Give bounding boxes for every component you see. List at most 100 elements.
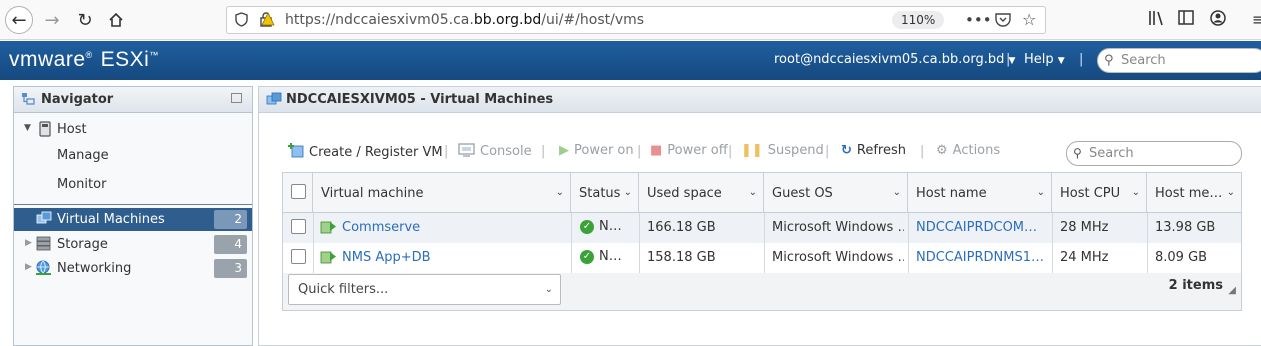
navigator-title: Navigator — [41, 92, 114, 107]
used-space-cell: 166.18 GB — [647, 220, 716, 235]
row-checkbox[interactable] — [291, 249, 306, 264]
column-label: Host name — [916, 186, 987, 201]
power-on-button[interactable]: ▶ Power on — [559, 143, 634, 158]
nav-networking[interactable]: ▶ Networking 3 — [14, 257, 252, 280]
host-name-link[interactable]: NDCCAIPRDNMS1… — [916, 250, 1048, 265]
navigator-panel: Navigator ▼ Host Manage Monitor Virtual … — [13, 86, 253, 346]
nav-monitor[interactable]: Monitor — [14, 173, 252, 196]
nav-host-label: Host — [57, 122, 87, 137]
chevron-down-icon[interactable]: ⌄ — [556, 187, 564, 198]
column-host-memory[interactable]: Host me… ⌄ — [1147, 173, 1241, 213]
toolbar-separator: | — [825, 144, 830, 159]
url-prefix: https://ndccaiesxivm05.ca. — [285, 12, 474, 28]
power-off-label: Power off — [667, 143, 728, 158]
cell-divider — [571, 243, 572, 273]
console-button[interactable]: Console — [458, 143, 532, 159]
help-label: Help — [1024, 52, 1054, 67]
stop-icon: ■ — [650, 143, 663, 158]
library-icon[interactable] — [1148, 10, 1166, 30]
items-count: 2 items — [1168, 278, 1223, 293]
power-on-label: Power on — [574, 143, 634, 158]
help-menu[interactable]: Help ▼ — [1024, 52, 1065, 67]
chevron-down-icon[interactable]: ⌄ — [1132, 187, 1140, 198]
nav-monitor-label: Monitor — [57, 177, 107, 192]
account-icon[interactable] — [1210, 10, 1226, 30]
gear-icon: ⚙ — [936, 143, 948, 158]
chevron-down-icon[interactable]: ⌄ — [624, 187, 632, 198]
table-row[interactable]: NMS App+DB ✓ N… 158.18 GB Microsoft Windo… — [283, 243, 1241, 273]
status-text: N… — [599, 219, 622, 234]
page-actions-icon[interactable]: ••• — [965, 11, 992, 29]
status-text: N… — [599, 249, 622, 264]
vm-search-input[interactable]: ⚲ Search — [1066, 141, 1242, 166]
chevron-down-icon[interactable]: ⌄ — [1037, 187, 1045, 198]
vm-power-icon — [320, 249, 337, 268]
nav-virtual-machines[interactable]: Virtual Machines 2 — [14, 208, 252, 231]
column-host-name[interactable]: Host name ⌄ — [908, 173, 1052, 213]
resize-grip-icon[interactable]: ◢ — [1228, 285, 1236, 296]
home-icon — [109, 12, 123, 27]
toolbar-separator: | — [444, 144, 449, 159]
nav-manage[interactable]: Manage — [14, 144, 252, 167]
status-cell: ✓ N… — [580, 219, 622, 234]
refresh-button[interactable]: ↻ Refresh — [841, 143, 906, 158]
status-cell: ✓ N… — [580, 249, 622, 264]
insecure-lock-icon[interactable] — [259, 12, 275, 31]
shield-icon[interactable] — [235, 12, 248, 31]
header-search-input[interactable]: ⚲ Search — [1097, 48, 1261, 73]
user-menu[interactable]: root@ndccaiesxivm05.ca.bb.org.bd ▼ — [774, 52, 1015, 67]
cell-divider — [313, 213, 314, 243]
vm-name-link[interactable]: NMS App+DB — [342, 250, 431, 265]
cell-divider — [313, 243, 314, 273]
row-checkbox[interactable] — [291, 219, 306, 234]
forward-button[interactable]: → — [38, 6, 66, 34]
network-globe-icon — [35, 260, 52, 280]
column-guest-os[interactable]: Guest OS ⌄ — [764, 173, 908, 213]
table-row[interactable]: Commserve ✓ N… 166.18 GB Microsoft Window… — [283, 213, 1241, 243]
select-all-column — [283, 173, 313, 213]
sidebar-icon[interactable] — [1178, 10, 1194, 29]
host-memory-cell: 8.09 GB — [1155, 250, 1208, 265]
url-text[interactable]: https://ndccaiesxivm05.ca.bb.org.bd/ui/#… — [285, 12, 644, 28]
nav-divider — [14, 204, 252, 205]
column-virtual-machine[interactable]: Virtual machine ⌄ — [313, 173, 571, 213]
url-bar[interactable]: https://ndccaiesxivm05.ca.bb.org.bd/ui/#… — [226, 6, 1046, 34]
create-register-vm-button[interactable]: Create / Register VM — [288, 143, 443, 160]
actions-button[interactable]: ⚙ Actions — [936, 143, 1000, 158]
nav-host[interactable]: ▼ Host — [14, 118, 252, 141]
chevron-down-icon[interactable]: ⌄ — [1227, 187, 1235, 198]
url-domain: bb.org.bd — [473, 12, 542, 28]
power-off-button[interactable]: ■ Power off — [650, 143, 728, 158]
collapse-panel-button[interactable] — [231, 93, 242, 103]
navigator-icon — [21, 92, 35, 110]
guest-os-cell: Microsoft Windows … — [772, 250, 904, 265]
menu-icon[interactable]: ≡ — [1252, 10, 1261, 29]
zoom-level[interactable]: 110% — [892, 11, 945, 29]
column-status[interactable]: Status ⌄ — [571, 173, 639, 213]
select-all-checkbox[interactable] — [291, 184, 306, 199]
pocket-icon[interactable] — [995, 12, 1011, 31]
caret-right-icon[interactable]: ▶ — [25, 262, 32, 272]
console-label: Console — [480, 144, 532, 159]
host-name-link[interactable]: NDCCAIPRDCOM… — [916, 220, 1048, 235]
check-circle-icon: ✓ — [580, 249, 594, 264]
storage-icon — [36, 236, 51, 255]
caret-right-icon[interactable]: ▶ — [25, 238, 32, 248]
caret-down-icon[interactable]: ▼ — [24, 123, 31, 133]
home-button[interactable] — [102, 6, 130, 34]
column-host-cpu[interactable]: Host CPU ⌄ — [1052, 173, 1147, 213]
vm-name-link[interactable]: Commserve — [342, 220, 420, 235]
page-title: NDCCAIESXIVM05 - Virtual Machines — [286, 92, 554, 107]
bookmark-star-icon[interactable]: ☆ — [1022, 10, 1036, 29]
suspend-button[interactable]: ❚❚ Suspend — [741, 143, 824, 158]
toolbar-separator: | — [728, 144, 733, 159]
chevron-down-icon[interactable]: ⌄ — [749, 187, 757, 198]
brand-esxi: ESXi — [100, 48, 150, 71]
quick-filters-dropdown[interactable]: Quick filters... ⌄ — [288, 274, 561, 305]
nav-networking-label: Networking — [57, 261, 132, 276]
column-used-space[interactable]: Used space ⌄ — [639, 173, 764, 213]
nav-storage[interactable]: ▶ Storage 4 — [14, 233, 252, 256]
reload-button[interactable]: ↻ — [71, 6, 99, 34]
chevron-down-icon[interactable]: ⌄ — [893, 187, 901, 198]
back-button[interactable]: ← — [5, 6, 33, 34]
